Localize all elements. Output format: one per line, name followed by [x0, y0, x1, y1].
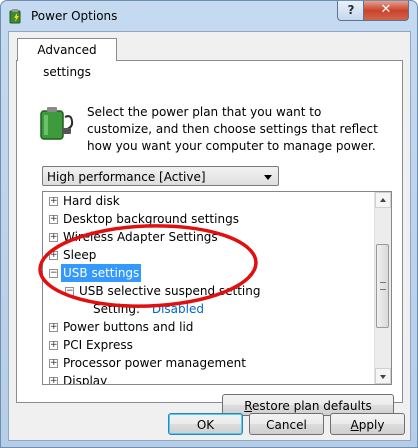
window-title: Power Options [31, 9, 118, 23]
expand-icon[interactable]: + [49, 233, 58, 242]
restore-label: estore plan defaults [252, 399, 372, 413]
dialog-client-area: Advanced settings Select the power plan … [8, 31, 411, 441]
scrollbar-thumb[interactable] [376, 244, 389, 328]
tree-item-label: Desktop background settings [63, 212, 239, 226]
restore-accel: R [244, 399, 253, 413]
expand-icon[interactable]: + [49, 323, 58, 332]
tree-item-label: Wireless Adapter Settings [63, 230, 218, 244]
tab-advanced-settings[interactable]: Advanced settings [17, 38, 117, 79]
apply-label: pply [358, 418, 385, 432]
chevron-down-icon[interactable] [264, 175, 272, 180]
scroll-down-arrow-icon[interactable] [375, 368, 391, 384]
help-button[interactable]: ? [337, 1, 365, 21]
apply-button[interactable]: Apply [330, 413, 405, 435]
tree-item-label: Sleep [63, 248, 97, 262]
scroll-up-arrow-icon[interactable] [375, 192, 391, 208]
expand-icon[interactable]: + [49, 341, 58, 350]
apply-accel: A [350, 418, 359, 432]
power-options-window: Power Options ? ✕ Advanced settings Sele… [0, 0, 418, 448]
close-button[interactable]: ✕ [363, 1, 409, 21]
power-plan-value: High performance [Active] [47, 170, 206, 184]
cancel-button[interactable]: Cancel [249, 413, 324, 435]
collapse-icon[interactable]: − [65, 287, 74, 296]
vertical-scrollbar[interactable] [374, 192, 391, 384]
tree-item-label: USB selective suspend setting [79, 284, 261, 298]
tree-item-setting: Setting: Disabled [93, 300, 204, 318]
expand-icon[interactable]: + [49, 215, 58, 224]
settings-tree[interactable]: + Hard disk + Desktop background setting… [42, 191, 392, 385]
collapse-icon[interactable]: − [49, 269, 58, 278]
tree-item-label: PCI Express [63, 338, 133, 352]
expand-icon[interactable]: + [49, 251, 58, 260]
power-plan-dropdown[interactable]: High performance [Active] [42, 166, 279, 186]
grip-icon [380, 282, 386, 290]
power-options-icon [9, 9, 21, 24]
title-bar[interactable]: Power Options ? ✕ [1, 1, 417, 31]
tree-item-label: USB settings [61, 264, 142, 282]
setting-value-link[interactable]: Disabled [152, 302, 204, 316]
expand-icon[interactable]: + [49, 377, 58, 384]
intro-text: Select the power plan that you want to c… [87, 105, 378, 153]
tree-item-label: Hard disk [63, 194, 120, 208]
advanced-settings-page: Select the power plan that you want to c… [16, 60, 403, 416]
tree-item-label: Power buttons and lid [63, 320, 194, 334]
expand-icon[interactable]: + [49, 197, 58, 206]
setting-label: Setting: [93, 302, 141, 316]
tree-item-label: Display [63, 374, 108, 385]
expand-icon[interactable]: + [49, 359, 58, 368]
battery-power-icon [40, 107, 74, 140]
tree-item-label: Processor power management [63, 356, 246, 370]
ok-button[interactable]: OK [168, 413, 243, 435]
